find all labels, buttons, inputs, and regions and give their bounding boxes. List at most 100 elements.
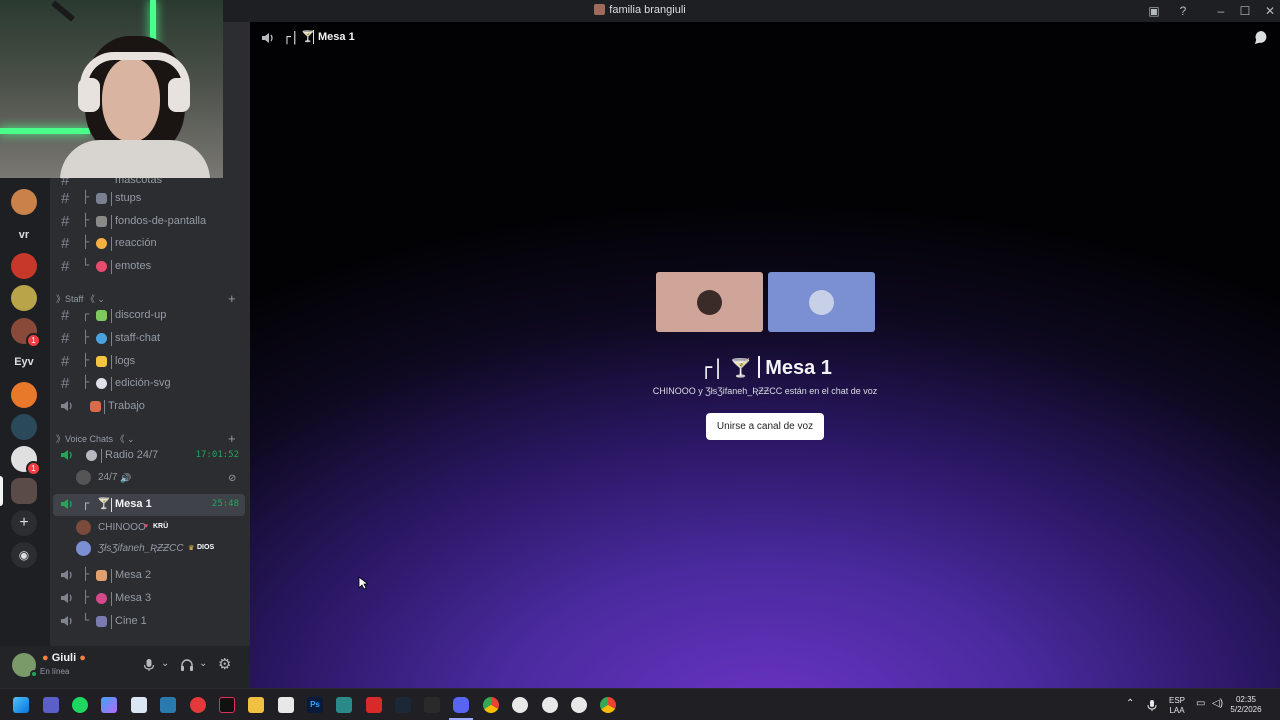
tag-icon: ♥ xyxy=(144,523,149,530)
voice-channel-mesa2[interactable]: ├ Mesa 2 xyxy=(53,565,245,587)
maximize-button[interactable]: ☐ xyxy=(1237,3,1253,19)
voice-user-radio[interactable]: 24/7 🔊 ⊘ xyxy=(76,468,246,488)
category-arrow: 》 xyxy=(56,434,66,444)
chevron-down-icon[interactable]: ⌄ xyxy=(199,658,207,669)
app-icon[interactable] xyxy=(512,697,528,713)
chat-bubble-icon[interactable] xyxy=(1254,30,1269,45)
keyboard-icon xyxy=(96,193,107,204)
discord-icon[interactable] xyxy=(453,697,469,713)
channel-name: logs xyxy=(115,355,136,367)
gear-icon[interactable]: ⚙ xyxy=(218,655,231,673)
app-icon[interactable] xyxy=(336,697,352,713)
tiktok-icon[interactable] xyxy=(219,697,235,713)
role-tag: KRÜ xyxy=(153,523,169,530)
capcut-icon[interactable] xyxy=(278,697,294,713)
divider xyxy=(111,237,112,251)
server-eyv[interactable]: Eyv xyxy=(0,356,48,368)
microphone-icon[interactable] xyxy=(143,658,155,672)
server-icon-anime[interactable] xyxy=(11,285,37,311)
moon-icon: 《 ⌄ xyxy=(113,434,135,444)
server-vr[interactable]: vr xyxy=(0,229,48,241)
voice-channel-title: ┌| 🍸 Mesa 1 xyxy=(700,355,900,380)
tree-glyph: ├ xyxy=(82,235,90,249)
teams-icon[interactable] xyxy=(43,697,59,713)
clock[interactable]: 02:35 5/2/2026 xyxy=(1230,695,1262,715)
tree-glyph: └ xyxy=(82,258,90,272)
led-strip xyxy=(0,128,90,134)
divider xyxy=(111,498,112,512)
language-indicator[interactable]: ESP LAA xyxy=(1166,696,1188,716)
notepad-icon[interactable] xyxy=(131,697,147,713)
username[interactable]: ● Giuli ● xyxy=(42,652,86,664)
cocktail-icon: 🍸 xyxy=(97,498,111,510)
channel-name: Mesa 2 xyxy=(115,569,152,581)
join-voice-button[interactable]: Unirse a canal de voz xyxy=(706,413,824,440)
channel-reaccion[interactable]: # ├ reacción xyxy=(53,233,245,255)
steam-icon[interactable] xyxy=(395,697,411,713)
channel-discord-up[interactable]: # ┌ discord-up xyxy=(53,305,245,327)
hash-icon: # xyxy=(61,330,70,347)
microphone-icon[interactable] xyxy=(1147,699,1157,711)
channel-logs[interactable]: # ├ logs xyxy=(53,351,245,373)
server-icon-egg[interactable] xyxy=(11,189,37,215)
add-server-icon[interactable]: + xyxy=(11,510,37,536)
spotify-icon[interactable] xyxy=(72,697,88,713)
network-icon[interactable]: ▭ xyxy=(1196,699,1205,709)
user-status-text: En línea xyxy=(40,667,70,676)
headphones-icon[interactable] xyxy=(180,658,194,672)
app-icon[interactable] xyxy=(160,697,176,713)
app-icon[interactable] xyxy=(366,697,382,713)
compass-icon[interactable]: ◉ xyxy=(11,542,37,568)
voice-channel-view: ┌| 🍸 Mesa 1 ┌| 🍸 Mesa 1 CHINOOO y ƷłsƷif… xyxy=(250,22,1280,688)
help-icon[interactable]: ? xyxy=(1175,3,1191,19)
voice-user-second[interactable]: ƷłsƷifaneh_ƦƵƵCC ♛ DIOS xyxy=(76,539,246,559)
add-channel-icon[interactable]: + xyxy=(228,431,236,446)
participant-tile-second[interactable] xyxy=(768,272,875,332)
voice-channel-mesa1[interactable]: ┌ 🍸 Mesa 1 25:48 xyxy=(53,494,245,516)
clock-date: 5/2/2026 xyxy=(1230,705,1262,714)
minimize-button[interactable]: – xyxy=(1213,3,1229,19)
divider xyxy=(111,355,112,369)
epic-games-icon[interactable] xyxy=(424,697,440,713)
chevron-down-icon[interactable]: ⌄ xyxy=(161,658,169,669)
server-icon-familia[interactable] xyxy=(11,478,37,504)
file-explorer-icon[interactable] xyxy=(248,697,264,713)
cocktail-icon: 🍸 xyxy=(729,358,753,378)
server-icon-red[interactable] xyxy=(11,253,37,279)
channel-edicion-svg[interactable]: # ├ edición-svg xyxy=(53,373,245,395)
close-button[interactable]: ✕ xyxy=(1262,3,1278,19)
app-icon[interactable] xyxy=(190,697,206,713)
hash-icon: # xyxy=(61,307,70,324)
keyboard-layout: LAA xyxy=(1169,706,1185,715)
chrome-icon[interactable] xyxy=(483,697,499,713)
voice-user-chinooo[interactable]: CHINOOO ♥ KRÜ xyxy=(76,518,246,538)
voice-channel-cine1[interactable]: └ Cine 1 xyxy=(53,611,245,633)
voice-channel-radio[interactable]: Radio 24/7 17:01:52 xyxy=(53,445,245,467)
window-title-text: familia brangiuli xyxy=(609,4,686,16)
inbox-icon[interactable]: ▣ xyxy=(1146,3,1162,19)
flame-icon: ● xyxy=(79,652,86,664)
channel-stups[interactable]: # ├ stups xyxy=(53,188,245,210)
participant-tile-chinooo[interactable] xyxy=(656,272,763,332)
app-icon[interactable] xyxy=(571,697,587,713)
channel-trabajo[interactable]: Trabajo xyxy=(53,396,245,418)
copilot-icon[interactable] xyxy=(101,697,117,713)
channel-fondos[interactable]: # ├ fondos-de-pantalla xyxy=(53,211,245,233)
server-icon-orange[interactable] xyxy=(11,382,37,408)
windows-start-icon[interactable] xyxy=(13,697,29,713)
app-icon[interactable] xyxy=(542,697,558,713)
photoshop-icon[interactable]: Ps xyxy=(307,697,323,713)
voice-channel-mesa3[interactable]: ├ Mesa 3 xyxy=(53,588,245,610)
clapper-icon xyxy=(96,616,107,627)
avatar xyxy=(809,290,834,315)
add-channel-icon[interactable]: + xyxy=(228,291,236,306)
volume-icon[interactable]: ◁) xyxy=(1212,699,1223,709)
chrome-icon[interactable] xyxy=(600,697,616,713)
header-prefix: ┌| xyxy=(283,30,299,45)
channel-name: edición-svg xyxy=(115,377,171,389)
channel-emotes[interactable]: # └ emotes xyxy=(53,256,245,278)
selected-server-pill xyxy=(0,476,3,506)
server-icon-teal[interactable] xyxy=(11,414,37,440)
channel-staff-chat[interactable]: # ├ staff-chat xyxy=(53,328,245,350)
chevron-up-icon[interactable]: ⌃ xyxy=(1126,699,1134,709)
